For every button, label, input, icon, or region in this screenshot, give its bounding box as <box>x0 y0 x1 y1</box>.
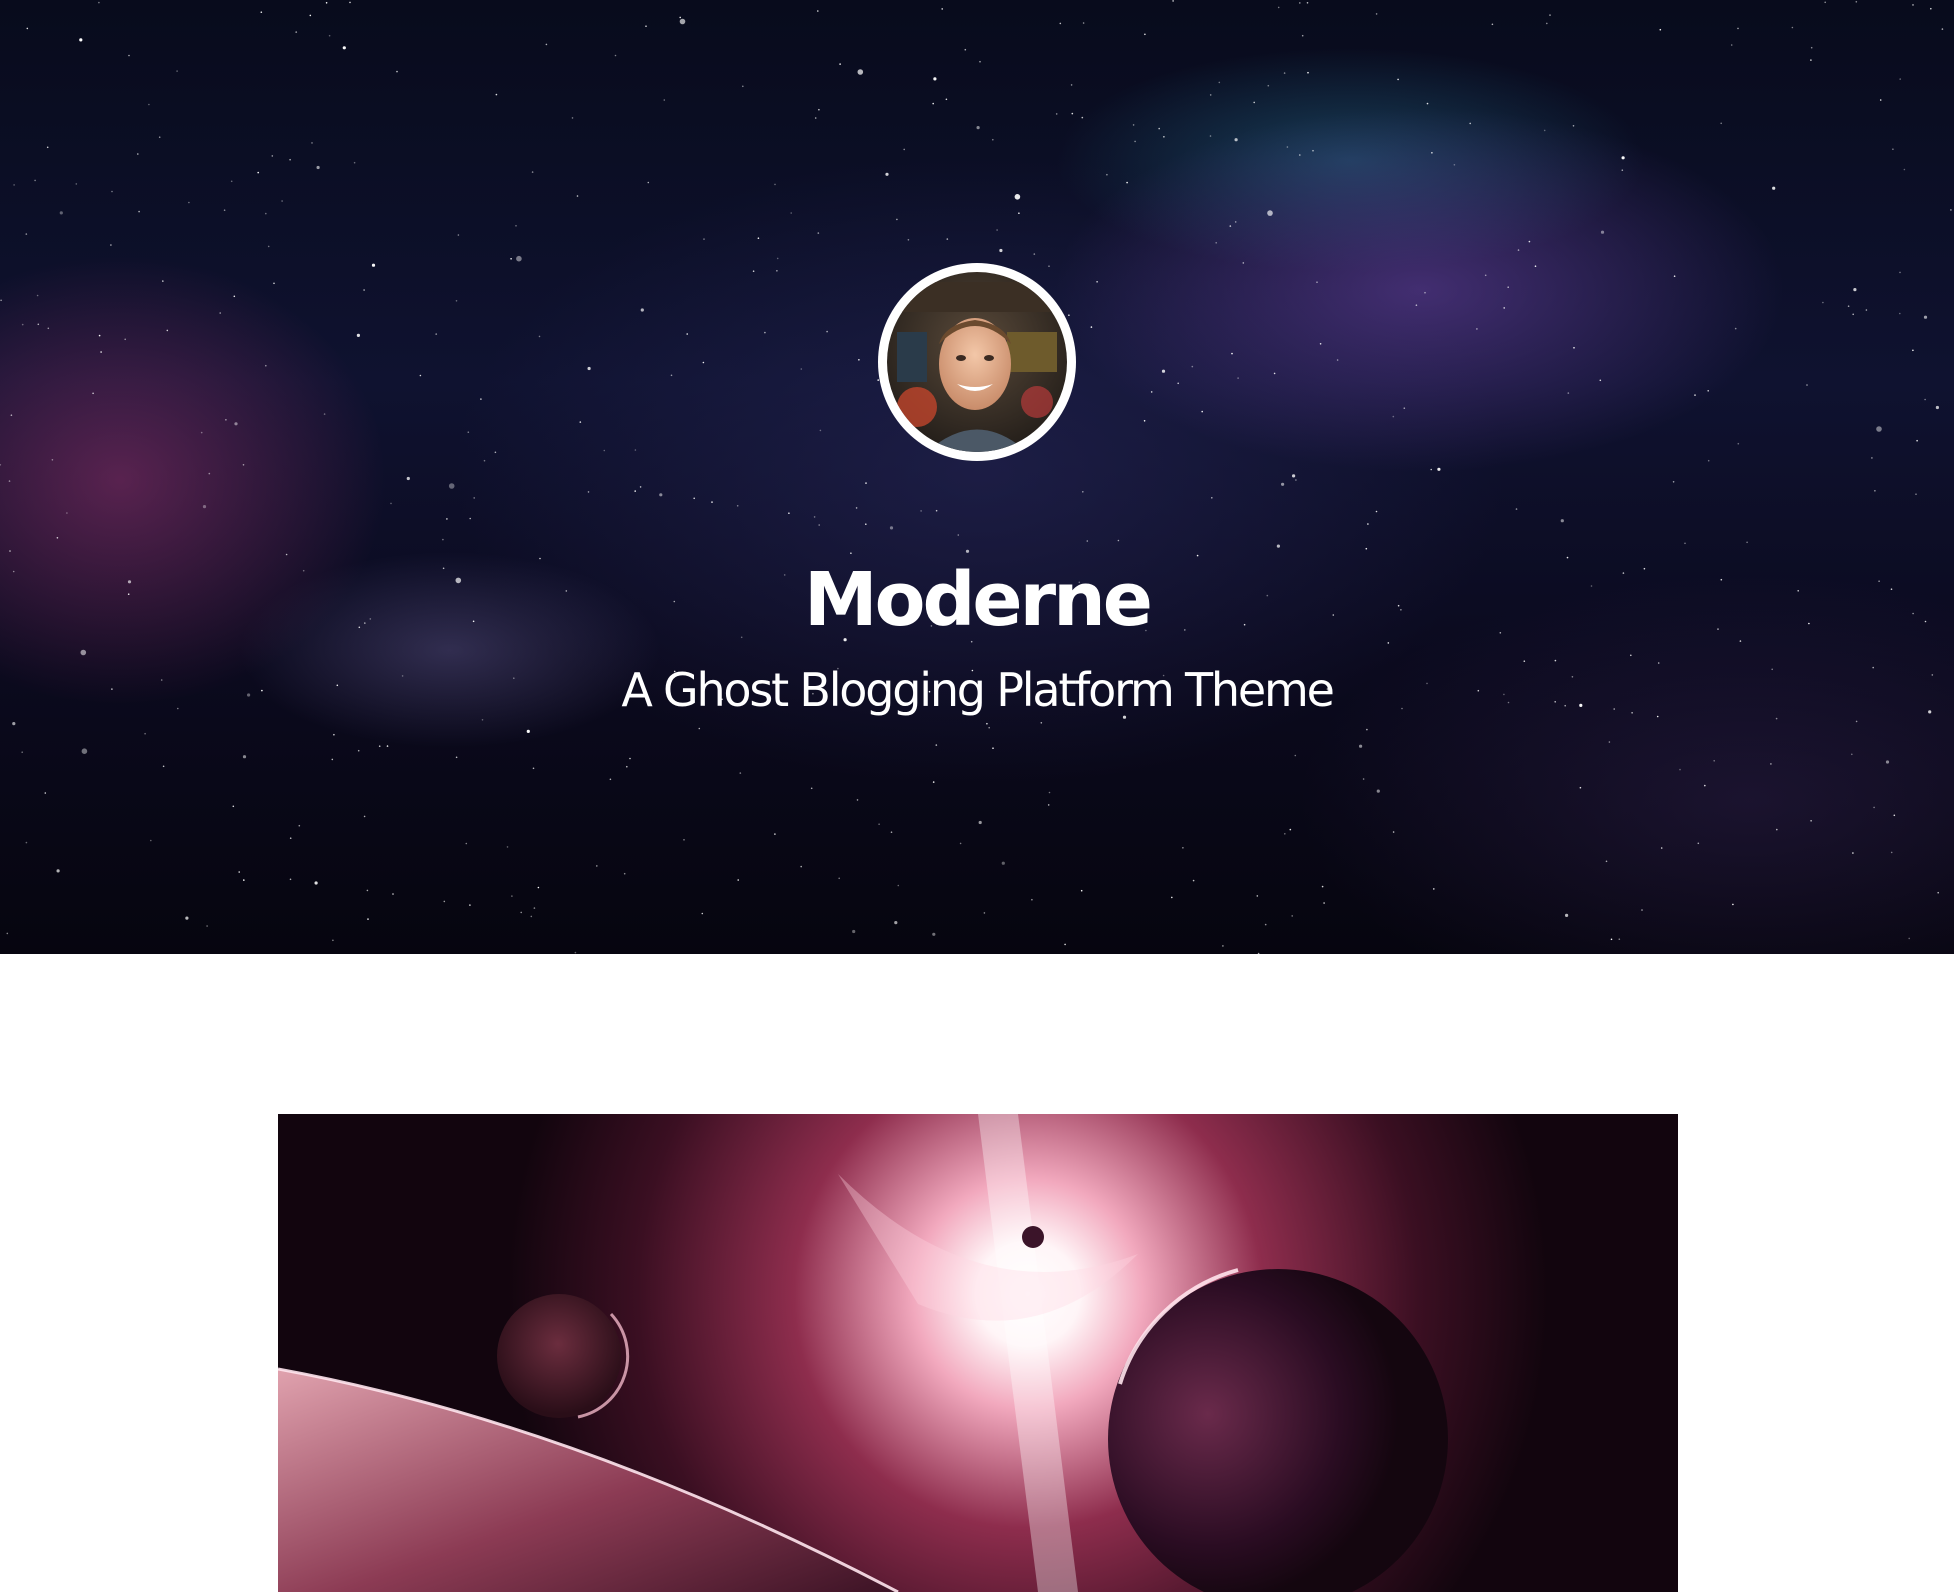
post-featured-image[interactable] <box>278 1114 1678 1592</box>
hero-content: Moderne A Ghost Blogging Platform Theme <box>0 0 1954 954</box>
author-avatar[interactable] <box>878 263 1076 461</box>
blog-page: Moderne A Ghost Blogging Platform Theme <box>0 0 1954 1592</box>
planet-explosion-image <box>278 1114 1678 1592</box>
hero-header: Moderne A Ghost Blogging Platform Theme <box>0 0 1954 954</box>
site-description: A Ghost Blogging Platform Theme <box>621 663 1335 718</box>
site-title[interactable]: Moderne <box>0 555 1954 645</box>
author-photo <box>887 272 1067 452</box>
